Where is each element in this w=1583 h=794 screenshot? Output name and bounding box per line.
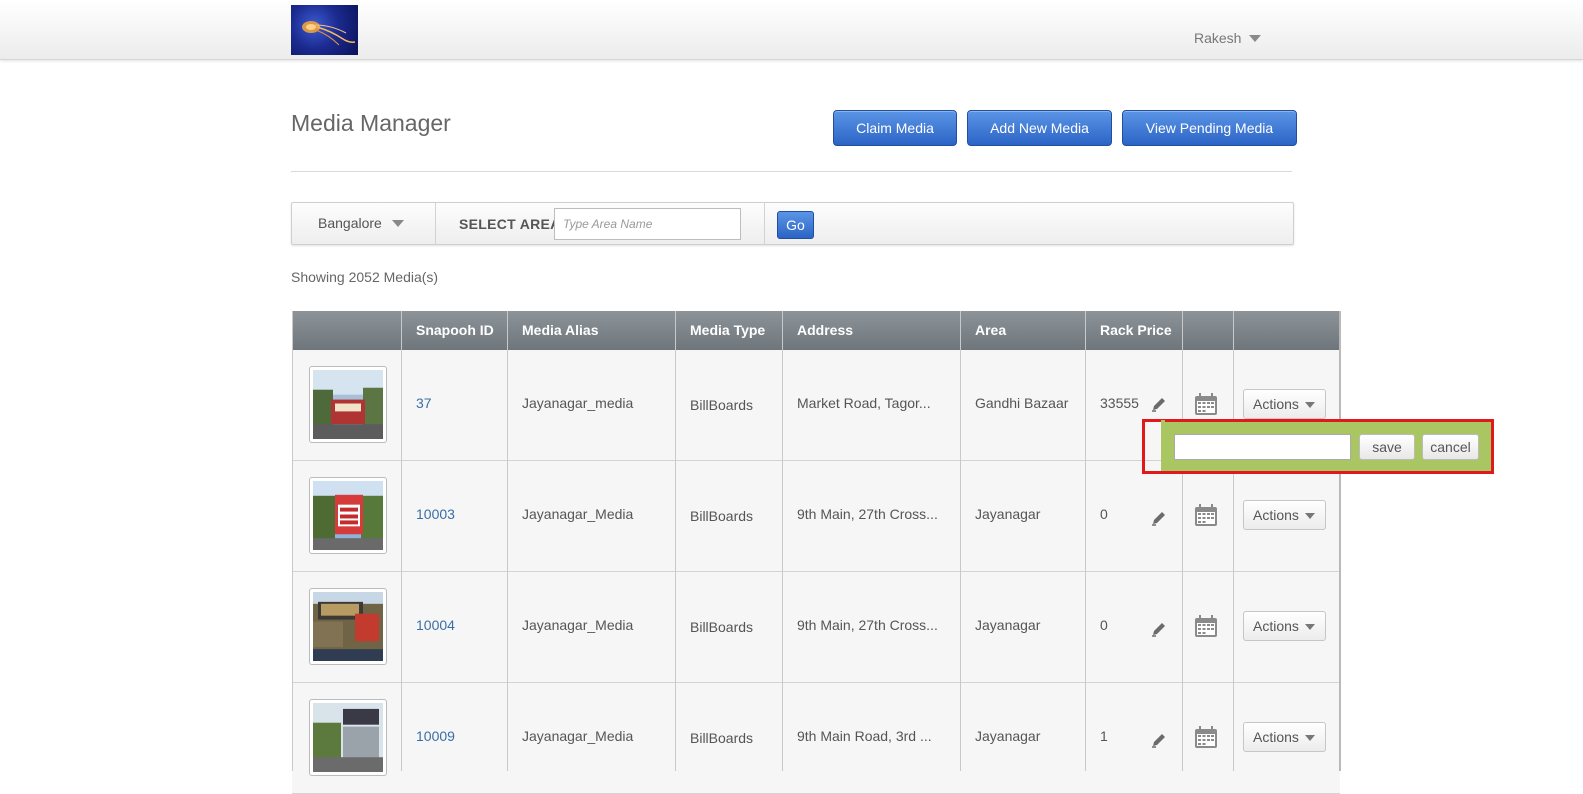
claim-media-button[interactable]: Claim Media — [833, 110, 957, 146]
area: Jayanagar — [975, 506, 1041, 522]
calendar-icon[interactable] — [1194, 614, 1218, 638]
snapooh-id-link[interactable]: 10009 — [416, 728, 455, 744]
media-alias: Jayanagar_Media — [522, 617, 634, 633]
actions-dropdown[interactable]: Actions — [1243, 500, 1326, 530]
table-border — [292, 311, 293, 771]
calendar-icon[interactable] — [1194, 392, 1218, 416]
jellyfish-logo[interactable] — [291, 5, 358, 55]
media-type: BillBoards — [690, 619, 754, 635]
area-search-input[interactable] — [554, 208, 741, 240]
media-type: BillBoards — [690, 730, 754, 746]
media-type: BillBoards — [690, 397, 754, 413]
column-header-media-alias[interactable]: Media Alias — [522, 311, 599, 350]
media-alias: Jayanagar_Media — [522, 506, 634, 522]
actions-dropdown[interactable]: Actions — [1243, 722, 1326, 752]
column-header-snapooh-id[interactable]: Snapooh ID — [416, 311, 494, 350]
column-divider — [507, 311, 508, 771]
snapooh-id-link[interactable]: 10003 — [416, 506, 455, 522]
chevron-down-icon — [1305, 735, 1315, 741]
column-divider — [401, 311, 402, 771]
view-pending-media-button[interactable]: View Pending Media — [1122, 110, 1297, 146]
media-thumbnail[interactable] — [309, 366, 387, 443]
area: Jayanagar — [975, 617, 1041, 633]
column-divider — [1233, 311, 1234, 771]
chevron-down-icon[interactable] — [1249, 35, 1261, 42]
actions-dropdown[interactable]: Actions — [1243, 389, 1326, 419]
divider — [764, 203, 765, 244]
go-button[interactable]: Go — [777, 211, 814, 239]
address: 9th Main, 27th Cross... — [797, 617, 938, 633]
results-count: Showing 2052 Media(s) — [291, 269, 439, 285]
column-divider — [675, 311, 676, 771]
media-alias: Jayanagar_media — [522, 395, 634, 411]
rack-price: 0 — [1100, 617, 1108, 633]
filter-bar: Bangalore SELECT AREA Go — [291, 202, 1294, 245]
cancel-button[interactable]: cancel — [1422, 434, 1479, 460]
column-divider — [1182, 311, 1183, 771]
column-divider — [1085, 311, 1086, 771]
table-border — [1339, 311, 1341, 771]
column-header-media-type[interactable]: Media Type — [690, 311, 765, 350]
column-header-rack-price[interactable]: Rack Price — [1100, 311, 1172, 350]
pencil-icon[interactable] — [1150, 620, 1168, 638]
media-type: BillBoards — [690, 508, 754, 524]
address: Market Road, Tagor... — [797, 395, 931, 411]
rack-price: 0 — [1100, 506, 1108, 522]
area: Jayanagar — [975, 728, 1041, 744]
media-thumbnail[interactable] — [309, 477, 387, 554]
rack-price: 1 — [1100, 728, 1108, 744]
actions-dropdown[interactable]: Actions — [1243, 611, 1326, 641]
save-button[interactable]: save — [1359, 434, 1415, 460]
chevron-down-icon — [1305, 624, 1315, 630]
actions-label: Actions — [1253, 618, 1299, 634]
chevron-down-icon — [1305, 402, 1315, 408]
calendar-icon[interactable] — [1194, 503, 1218, 527]
media-thumbnail[interactable] — [309, 588, 387, 665]
top-navbar: Rakesh — [0, 0, 1583, 60]
add-new-media-button[interactable]: Add New Media — [967, 110, 1112, 146]
chevron-down-icon[interactable] — [392, 220, 404, 227]
column-header-area[interactable]: Area — [975, 311, 1006, 350]
city-dropdown[interactable]: Bangalore — [318, 215, 382, 231]
rack-price: 33555 — [1100, 395, 1139, 411]
snapooh-id-link[interactable]: 37 — [416, 395, 432, 411]
snapooh-id-link[interactable]: 10004 — [416, 617, 455, 633]
column-divider — [782, 311, 783, 771]
rack-price-input[interactable] — [1174, 434, 1351, 460]
media-alias: Jayanagar_Media — [522, 728, 634, 744]
column-divider — [960, 311, 961, 771]
actions-label: Actions — [1253, 396, 1299, 412]
chevron-down-icon — [1305, 513, 1315, 519]
column-header-address[interactable]: Address — [797, 311, 853, 350]
area: Gandhi Bazaar — [975, 395, 1069, 411]
address: 9th Main, 27th Cross... — [797, 506, 938, 522]
divider — [435, 203, 436, 244]
address: 9th Main Road, 3rd ... — [797, 728, 932, 744]
pencil-icon[interactable] — [1150, 731, 1168, 749]
actions-label: Actions — [1253, 729, 1299, 745]
select-area-label: SELECT AREA — [459, 216, 561, 232]
popup-pointer — [1161, 420, 1165, 426]
pencil-icon[interactable] — [1150, 509, 1168, 527]
pencil-icon[interactable] — [1150, 395, 1168, 413]
media-table: Snapooh ID Media Alias Media Type Addres… — [292, 311, 1341, 794]
divider — [291, 171, 1292, 172]
actions-label: Actions — [1253, 507, 1299, 523]
calendar-icon[interactable] — [1194, 725, 1218, 749]
page-title: Media Manager — [291, 110, 451, 136]
media-thumbnail[interactable] — [309, 699, 387, 776]
user-name[interactable]: Rakesh — [1194, 30, 1241, 46]
